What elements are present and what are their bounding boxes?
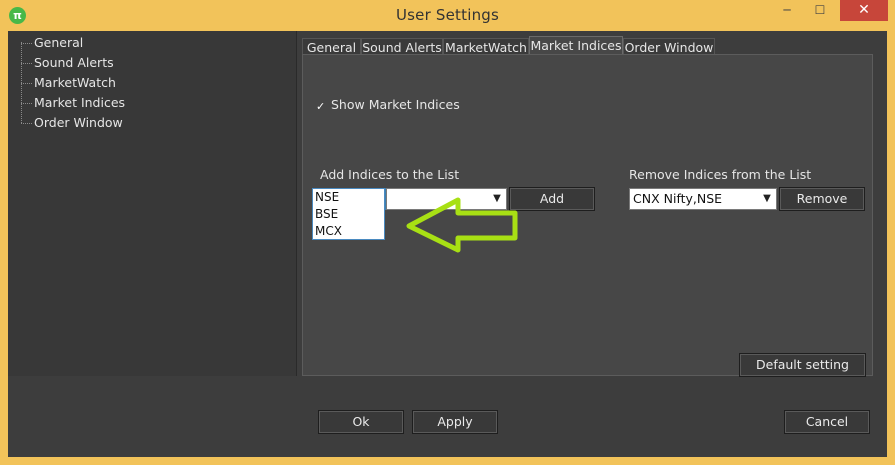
dropdown-option-nse[interactable]: NSE [313, 189, 384, 206]
show-indices-row[interactable]: ✓ Show Market Indices [316, 97, 460, 113]
add-indices-label: Add Indices to the List [320, 167, 460, 182]
tree-item-sound-alerts[interactable]: Sound Alerts [21, 53, 114, 73]
remove-select-value: CNX Nifty,NSE [633, 191, 723, 206]
tree-item-marketwatch[interactable]: MarketWatch [21, 73, 116, 93]
minimize-icon[interactable]: ─ [774, 0, 800, 21]
tree-item-market-indices[interactable]: Market Indices [21, 93, 125, 113]
tree-item-label: MarketWatch [34, 75, 116, 90]
default-setting-button[interactable]: Default setting [739, 353, 866, 377]
tree-item-label: General [34, 35, 84, 50]
user-settings-window: π User Settings ─ ☐ ✕ General Sound Aler… [0, 0, 895, 465]
tree-item-label: Sound Alerts [34, 55, 114, 70]
show-indices-label: Show Market Indices [331, 97, 460, 112]
tree-item-label: Market Indices [34, 95, 126, 110]
settings-tree: General Sound Alerts MarketWatch Market … [8, 31, 297, 376]
dropdown-option-bse[interactable]: BSE [313, 206, 384, 223]
tree-item-general[interactable]: General [21, 33, 83, 53]
tree-item-order-window[interactable]: Order Window [21, 113, 123, 133]
market-indices-panel: ✓ Show Market Indices Add Indices to the … [302, 54, 873, 377]
chevron-down-icon[interactable]: ▼ [758, 189, 776, 209]
show-indices-checkbox[interactable]: ✓ [316, 101, 327, 113]
close-icon[interactable]: ✕ [840, 0, 888, 21]
exchange-dropdown-list: NSE BSE MCX [312, 188, 385, 240]
remove-button[interactable]: Remove [779, 187, 865, 211]
maximize-icon[interactable]: ☐ [807, 0, 833, 21]
remove-index-select[interactable]: CNX Nifty,NSE ▼ [629, 188, 777, 210]
left-arrow-annotation-icon [406, 197, 518, 253]
tree-item-label: Order Window [34, 115, 123, 130]
dropdown-option-mcx[interactable]: MCX [313, 223, 384, 240]
cancel-button[interactable]: Cancel [784, 410, 870, 434]
ok-button[interactable]: Ok [318, 410, 404, 434]
title-bar[interactable]: π User Settings ─ ☐ ✕ [0, 0, 895, 31]
window-title: User Settings [395, 6, 500, 24]
apply-button[interactable]: Apply [412, 410, 498, 434]
remove-indices-label: Remove Indices from the List [629, 167, 812, 182]
